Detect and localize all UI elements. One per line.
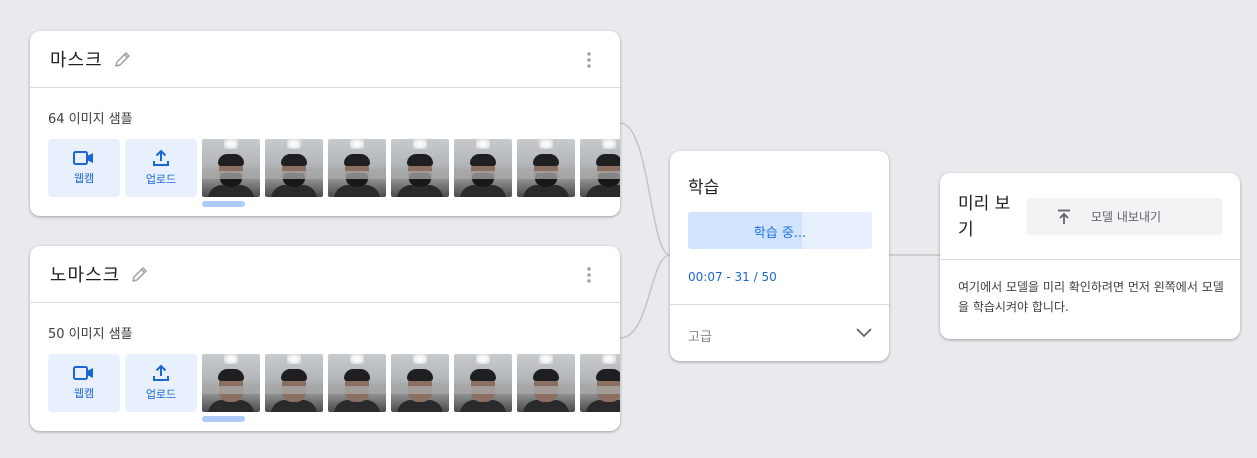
upload-label: 업로드 <box>145 388 177 401</box>
more-vert-icon[interactable] <box>580 266 598 284</box>
upload-icon <box>153 149 169 166</box>
sample-thumbnail[interactable] <box>391 139 449 197</box>
webcam-button[interactable]: 웹캠 <box>48 354 120 412</box>
sample-count: 50 이미지 샘플 <box>48 327 133 342</box>
chevron-down-icon[interactable] <box>855 324 873 343</box>
sample-thumbnail[interactable] <box>517 139 575 197</box>
divider <box>940 259 1240 260</box>
sample-thumbnail[interactable] <box>454 139 512 197</box>
pencil-icon[interactable] <box>130 264 150 284</box>
export-icon <box>1058 209 1070 224</box>
sample-count: 64 이미지 샘플 <box>48 112 133 127</box>
sample-thumbnail[interactable] <box>265 354 323 412</box>
class-name[interactable]: 마스크 <box>50 46 103 72</box>
sample-thumbnail[interactable] <box>580 139 620 197</box>
class-header: 마스크 <box>30 31 620 88</box>
class-card-nomask: 노마스크 50 이미지 샘플 웹캠 업로드 <box>30 246 620 431</box>
webcam-label: 웹캠 <box>73 387 95 400</box>
more-vert-icon[interactable] <box>580 51 598 69</box>
class-header: 노마스크 <box>30 246 620 303</box>
export-model-label: 모델 내보내기 <box>1091 210 1162 224</box>
webcam-icon <box>73 366 93 380</box>
preview-title: 미리 보기 <box>958 194 1011 240</box>
sample-thumbnail[interactable] <box>391 354 449 412</box>
webcam-button[interactable]: 웹캠 <box>48 139 120 197</box>
sample-thumbnail[interactable] <box>202 354 260 412</box>
pencil-icon[interactable] <box>113 49 133 69</box>
sample-thumbnail[interactable] <box>265 139 323 197</box>
upload-icon <box>153 364 169 381</box>
sample-thumbnail[interactable] <box>580 354 620 412</box>
webcam-icon <box>73 151 93 165</box>
train-button-label: 학습 중... <box>753 226 807 241</box>
training-status: 00:07 - 31 / 50 <box>688 270 777 284</box>
train-button[interactable]: 학습 중... <box>688 212 872 249</box>
training-card: 학습 학습 중... 00:07 - 31 / 50 고급 <box>670 151 889 361</box>
upload-button[interactable]: 업로드 <box>125 139 197 197</box>
sample-thumbnails <box>202 354 620 412</box>
divider <box>670 304 889 305</box>
preview-card: 미리 보기 모델 내보내기 여기에서 모델을 미리 확인하려면 먼저 왼쪽에서 … <box>940 173 1240 339</box>
class-card-mask: 마스크 64 이미지 샘플 웹캠 업로드 <box>30 31 620 216</box>
samples-row: 웹캠 업로드 <box>48 139 620 197</box>
sample-thumbnail[interactable] <box>517 354 575 412</box>
upload-button[interactable]: 업로드 <box>125 354 197 412</box>
scroll-indicator[interactable] <box>202 416 245 422</box>
sample-thumbnail[interactable] <box>454 354 512 412</box>
samples-row: 웹캠 업로드 <box>48 354 620 412</box>
upload-label: 업로드 <box>145 173 177 186</box>
preview-message: 여기에서 모델을 미리 확인하려면 먼저 왼쪽에서 모델을 학습시켜야 합니다. <box>958 280 1224 314</box>
sample-thumbnails <box>202 139 620 197</box>
sample-thumbnail[interactable] <box>202 139 260 197</box>
class-name[interactable]: 노마스크 <box>50 261 120 287</box>
export-model-button[interactable]: 모델 내보내기 <box>1027 198 1222 235</box>
sample-thumbnail[interactable] <box>328 354 386 412</box>
scroll-indicator[interactable] <box>202 201 245 207</box>
training-title: 학습 <box>688 178 720 198</box>
webcam-label: 웹캠 <box>73 172 95 185</box>
sample-thumbnail[interactable] <box>328 139 386 197</box>
advanced-toggle-label[interactable]: 고급 <box>688 326 712 345</box>
